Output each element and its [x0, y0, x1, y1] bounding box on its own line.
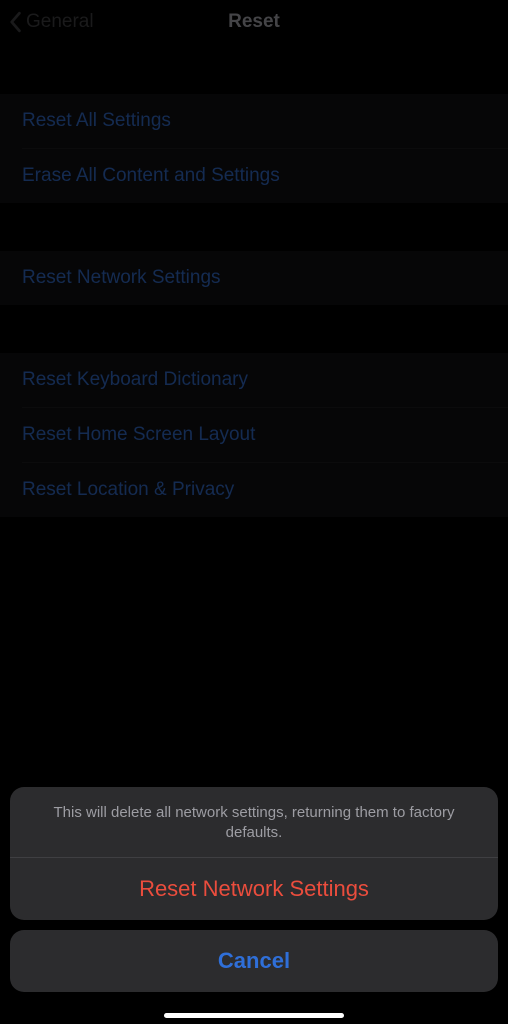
confirm-reset-network-button[interactable]: Reset Network Settings: [10, 858, 498, 920]
action-sheet-message: This will delete all network settings, r…: [10, 787, 498, 858]
back-label: General: [26, 11, 94, 33]
home-indicator[interactable]: [164, 1013, 344, 1018]
navigation-bar: General Reset: [0, 0, 508, 44]
action-sheet: This will delete all network settings, r…: [10, 787, 498, 1003]
action-sheet-cancel-group: Cancel: [10, 930, 498, 992]
page-title: Reset: [228, 11, 280, 33]
settings-group-1: Reset All Settings Erase All Content and…: [0, 94, 508, 203]
reset-location-privacy[interactable]: Reset Location & Privacy: [0, 463, 508, 517]
reset-all-settings[interactable]: Reset All Settings: [0, 94, 508, 148]
reset-keyboard-dictionary[interactable]: Reset Keyboard Dictionary: [0, 353, 508, 407]
cancel-button[interactable]: Cancel: [10, 930, 498, 992]
action-sheet-main-group: This will delete all network settings, r…: [10, 787, 498, 921]
back-button[interactable]: General: [8, 11, 94, 33]
settings-group-3: Reset Keyboard Dictionary Reset Home Scr…: [0, 353, 508, 517]
chevron-left-icon: [8, 11, 22, 33]
reset-network-settings[interactable]: Reset Network Settings: [0, 251, 508, 305]
reset-home-screen-layout[interactable]: Reset Home Screen Layout: [0, 408, 508, 462]
erase-all-content[interactable]: Erase All Content and Settings: [0, 149, 508, 203]
settings-group-2: Reset Network Settings: [0, 251, 508, 305]
